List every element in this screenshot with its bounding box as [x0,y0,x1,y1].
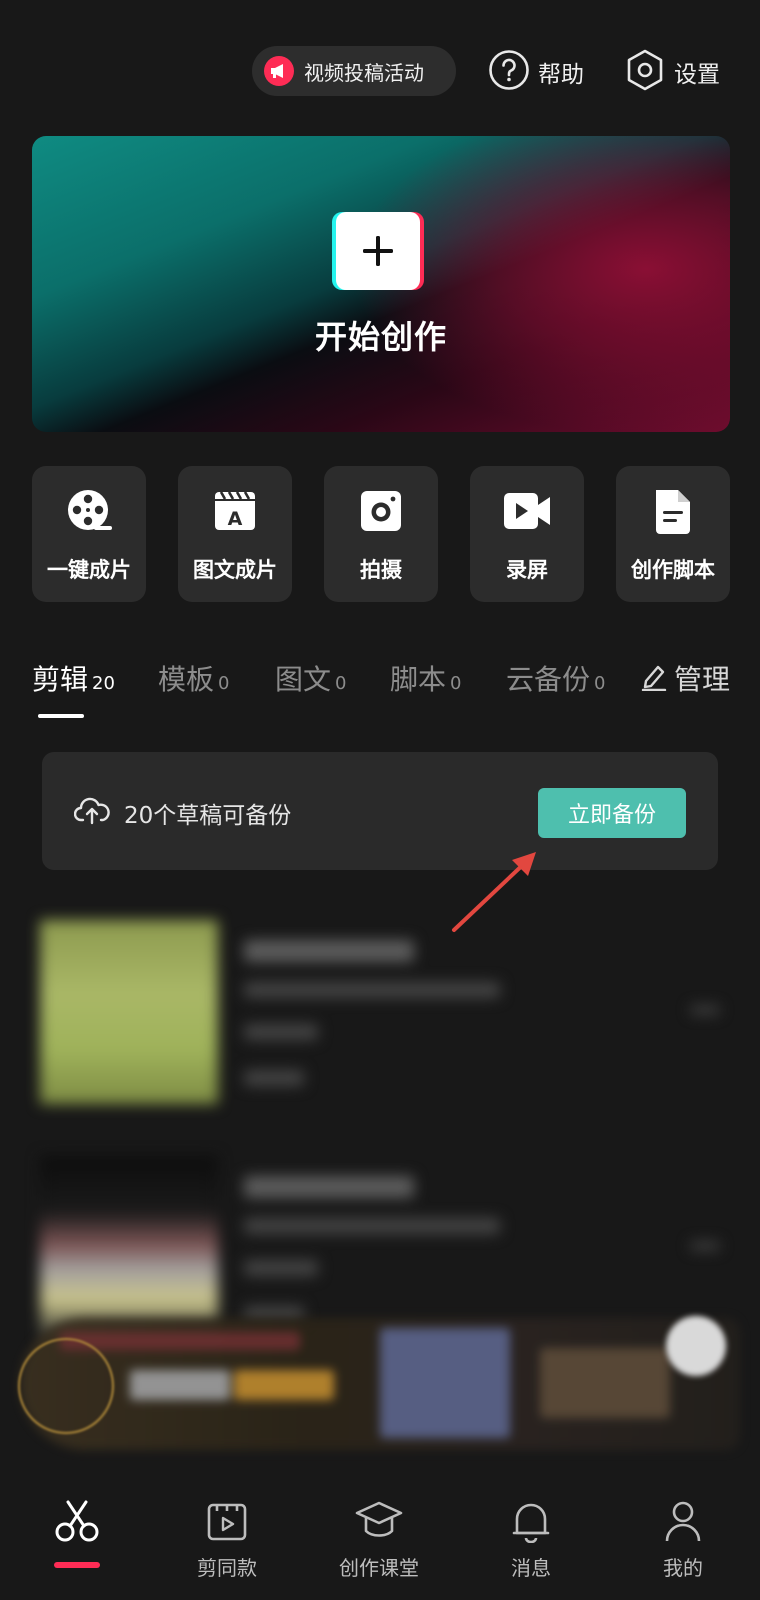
tab-label: 云备份 [506,663,591,696]
manage-label: 管理 [673,663,730,696]
tab-edit[interactable]: 剪辑 20 [32,658,115,698]
tab-image-text[interactable]: 图文 0 [275,658,346,698]
tab-label: 图文 [275,663,332,696]
quick-action-label: 录屏 [506,558,548,582]
draft-thumbnail [40,920,218,1104]
active-nav-indicator [54,1562,100,1568]
quick-action-text-to-video[interactable]: A 图文成片 [178,466,292,602]
backup-now-button[interactable]: 立即备份 [538,788,686,838]
draft-size-placeholder [244,1260,318,1276]
help-button[interactable]: 帮助 [488,44,584,100]
tab-count: 0 [335,673,347,694]
tab-label: 剪辑 [32,663,89,696]
top-bar: 视频投稿活动 帮助 设置 [0,44,760,100]
quick-action-label: 创作脚本 [631,558,715,582]
play-template-icon [152,1498,302,1544]
tab-cloud-backup[interactable]: 云备份 0 [506,658,605,698]
more-options-icon[interactable] [690,1242,720,1250]
graduation-cap-icon [304,1498,454,1544]
manage-button[interactable]: 管理 [640,658,730,698]
promo-floating-banner[interactable] [20,1318,740,1450]
camera-icon [324,488,438,534]
floating-action-button[interactable] [666,1316,726,1376]
scissors-icon [2,1498,152,1544]
cloud-upload-icon [73,795,110,829]
tab-count: 20 [92,673,115,694]
draft-item[interactable] [40,920,720,1104]
tab-count: 0 [594,673,606,694]
draft-thumbnail [40,1156,218,1340]
start-creating-banner[interactable]: 开始创作 [32,136,730,432]
megaphone-icon [264,56,294,86]
draft-duration-placeholder [244,1070,304,1086]
nav-templates[interactable]: 剪同款 [152,1498,302,1581]
active-tab-underline [38,714,84,718]
draft-title-placeholder [244,940,414,962]
quick-action-shoot[interactable]: 拍摄 [324,466,438,602]
draft-title-placeholder [244,1176,414,1198]
nav-label: 我的 [663,1556,703,1580]
tab-templates[interactable]: 模板 0 [158,658,229,698]
bottom-navigation: 剪同款 创作课堂 消息 我的 [0,1490,760,1600]
quick-action-label: 拍摄 [360,558,402,582]
quick-action-screen-record[interactable]: 录屏 [470,466,584,602]
user-icon [608,1498,758,1544]
quick-action-label: 一键成片 [47,558,131,582]
video-record-icon [470,488,584,534]
video-submission-promo-button[interactable]: 视频投稿活动 [252,46,456,96]
draft-size-placeholder [244,1024,318,1040]
promo-label: 视频投稿活动 [304,60,424,85]
draft-meta-placeholder [244,1218,500,1234]
backup-notice-card: 20个草稿可备份 立即备份 [42,752,718,870]
nav-edit[interactable] [2,1498,152,1552]
quick-action-label: 图文成片 [193,558,277,582]
bell-icon [456,1498,606,1544]
nav-label: 消息 [511,1556,551,1580]
text-clapper-icon: A [178,488,292,534]
start-creating-title: 开始创作 [314,318,447,356]
tab-count: 0 [450,673,462,694]
plus-icon [336,212,420,290]
nav-profile[interactable]: 我的 [608,1498,758,1581]
settings-label: 设置 [674,62,720,88]
nav-messages[interactable]: 消息 [456,1498,606,1581]
film-reel-icon [32,488,146,534]
tab-label: 脚本 [390,663,447,696]
hexagon-gear-icon [624,48,666,96]
quick-action-one-click-video[interactable]: 一键成片 [32,466,146,602]
settings-button[interactable]: 设置 [624,44,720,100]
svg-text:A: A [228,508,243,530]
nav-label: 剪同款 [197,1556,257,1580]
banner-ring-decoration [18,1338,114,1434]
nav-label: 创作课堂 [339,1556,419,1580]
help-label: 帮助 [538,62,584,88]
more-options-icon[interactable] [690,1006,720,1014]
nav-creator-class[interactable]: 创作课堂 [304,1498,454,1581]
question-circle-icon [488,49,530,95]
tab-label: 模板 [158,663,215,696]
tab-count: 0 [218,673,230,694]
quick-action-script[interactable]: 创作脚本 [616,466,730,602]
pencil-icon [640,661,668,695]
draft-tabs: 剪辑 20 模板 0 图文 0 脚本 0 云备份 0 管理 [32,658,730,724]
draft-meta-placeholder [244,982,500,998]
tab-scripts[interactable]: 脚本 0 [390,658,461,698]
document-icon [616,488,730,536]
draft-item[interactable] [40,1156,720,1340]
quick-actions: 一键成片 A 图文成片 拍摄 录屏 创作脚本 [32,466,730,602]
backup-message: 20个草稿可备份 [124,803,292,829]
